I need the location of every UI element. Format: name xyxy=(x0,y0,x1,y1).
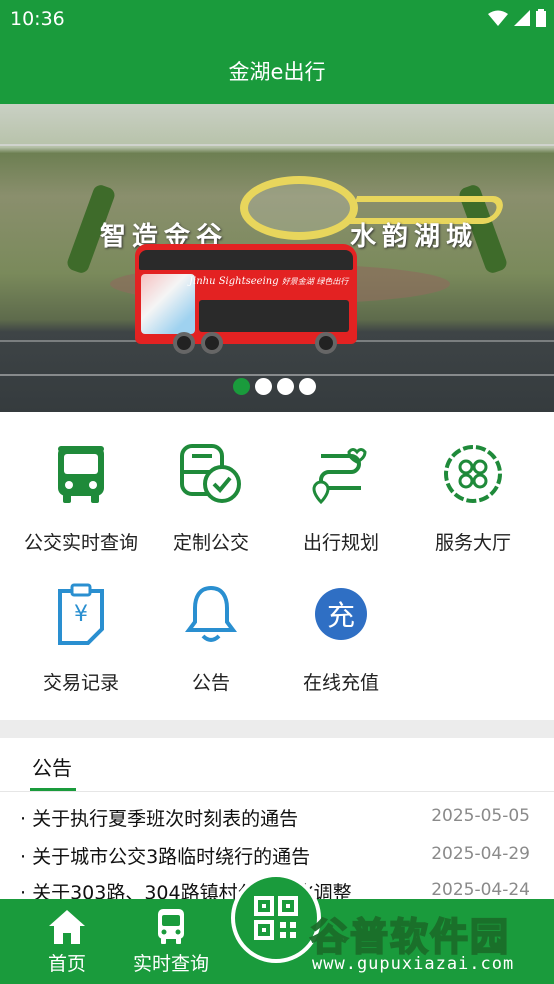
grid-item-trip-planning[interactable]: 出行规划 xyxy=(272,412,410,554)
bus-livery-text: Jinhu Sightseeing 好景金湖 绿色出行 xyxy=(189,276,351,290)
notice-item[interactable]: · 关于执行夏季班次时刻表的通告 2025-05-05 xyxy=(0,800,554,838)
bus-art xyxy=(141,274,195,334)
bus-wheel xyxy=(315,332,337,354)
notice-header: 公告 xyxy=(0,738,554,792)
nav-home[interactable]: 首页 xyxy=(17,899,117,984)
grid-label: 服务大厅 xyxy=(434,532,511,554)
recharge-icon-glyph: 充 xyxy=(315,588,367,640)
signal-icon xyxy=(514,10,530,26)
grid-label: 在线充值 xyxy=(302,672,379,694)
notice-item-date: 2025-05-05 xyxy=(431,806,530,826)
bus-icon xyxy=(46,442,116,506)
status-bar: 10:36 xyxy=(0,0,554,38)
bus-lower-windows xyxy=(199,300,349,332)
notice-item-date: 2025-04-24 xyxy=(431,880,530,900)
watermark-url: www.gupuxiazai.com xyxy=(312,954,515,974)
qr-code-icon xyxy=(254,896,298,940)
carousel-dot[interactable] xyxy=(277,378,294,395)
route-plan-icon xyxy=(306,442,376,506)
carousel-dot[interactable] xyxy=(255,378,272,395)
service-hall-icon xyxy=(438,442,508,506)
notice-item-title: · 关于执行夏季班次时刻表的通告 xyxy=(20,808,299,830)
bus-query-icon xyxy=(158,909,184,944)
notice-item-date: 2025-04-29 xyxy=(431,844,530,864)
notice-item-title: · 关于城市公交3路临时绕行的通告 xyxy=(20,846,311,868)
notice-tab-underline xyxy=(30,788,76,791)
app-bar: 金湖e出行 xyxy=(0,38,554,104)
grid-item-custom-bus[interactable]: 定制公交 xyxy=(142,412,280,554)
grid-label: 公交实时查询 xyxy=(23,532,138,554)
road-line xyxy=(0,144,554,146)
bus-wheel xyxy=(201,332,223,354)
nav-home-label: 首页 xyxy=(47,953,86,975)
section-divider xyxy=(0,720,554,738)
grid-item-transactions[interactable]: ¥ 交易记录 xyxy=(12,552,150,694)
nav-realtime-query[interactable]: 实时查询 xyxy=(121,899,221,984)
bus-wheel xyxy=(173,332,195,354)
custom-bus-icon xyxy=(176,442,246,506)
grid-label: 出行规划 xyxy=(302,532,379,554)
app-title: 金湖e出行 xyxy=(228,60,326,84)
banner-carousel[interactable]: 智造金谷 水韵湖城 Jinhu Sightseeing 好景金湖 绿色出行 xyxy=(0,104,554,412)
bus-livery-cn: 好景金湖 绿色出行 xyxy=(281,277,349,286)
grid-item-service-hall[interactable]: 服务大厅 xyxy=(404,412,542,554)
battery-icon xyxy=(536,9,546,27)
watermark-text: 谷普软件园 xyxy=(309,914,511,960)
function-grid: 公交实时查询 定制公交 出行规划 服务大厅 ¥ 交易记录 公告 充 在线充值 xyxy=(0,412,554,720)
carousel-dot[interactable] xyxy=(299,378,316,395)
bus-livery-en: Jinhu Sightseeing xyxy=(189,276,279,287)
sign-ring xyxy=(240,176,358,240)
grid-item-announcement[interactable]: 公告 xyxy=(142,552,280,694)
road-line xyxy=(0,374,554,376)
svg-text:¥: ¥ xyxy=(74,602,88,627)
notice-tab-title[interactable]: 公告 xyxy=(32,752,72,781)
wifi-icon xyxy=(488,10,508,26)
grid-item-online-recharge[interactable]: 充 在线充值 xyxy=(272,552,410,694)
grid-label: 交易记录 xyxy=(42,672,119,694)
recharge-icon: 充 xyxy=(306,582,376,646)
notice-item[interactable]: · 关于城市公交3路临时绕行的通告 2025-04-29 xyxy=(0,838,554,876)
carousel-indicator xyxy=(233,378,316,395)
status-time: 10:36 xyxy=(10,8,65,30)
nav-realtime-label: 实时查询 xyxy=(132,953,209,975)
status-icons xyxy=(488,9,546,27)
bell-icon xyxy=(176,582,246,646)
banner-bus-image: Jinhu Sightseeing 好景金湖 绿色出行 xyxy=(135,244,357,354)
bus-upper-windows xyxy=(139,250,353,270)
transaction-record-icon: ¥ xyxy=(46,582,116,646)
home-icon xyxy=(49,910,85,944)
banner-slogan-right: 水韵湖城 xyxy=(350,222,479,252)
carousel-dot-active[interactable] xyxy=(233,378,250,395)
grid-label: 定制公交 xyxy=(172,532,249,554)
watermark: 谷普软件园 www.gupuxiazai.com xyxy=(304,900,552,980)
app-screen: 10:36 金湖e出行 智造金谷 水韵湖城 Jinhu Sightseeing … xyxy=(0,0,554,984)
grid-item-bus-realtime[interactable]: 公交实时查询 xyxy=(12,412,150,554)
grid-label: 公告 xyxy=(191,672,230,694)
